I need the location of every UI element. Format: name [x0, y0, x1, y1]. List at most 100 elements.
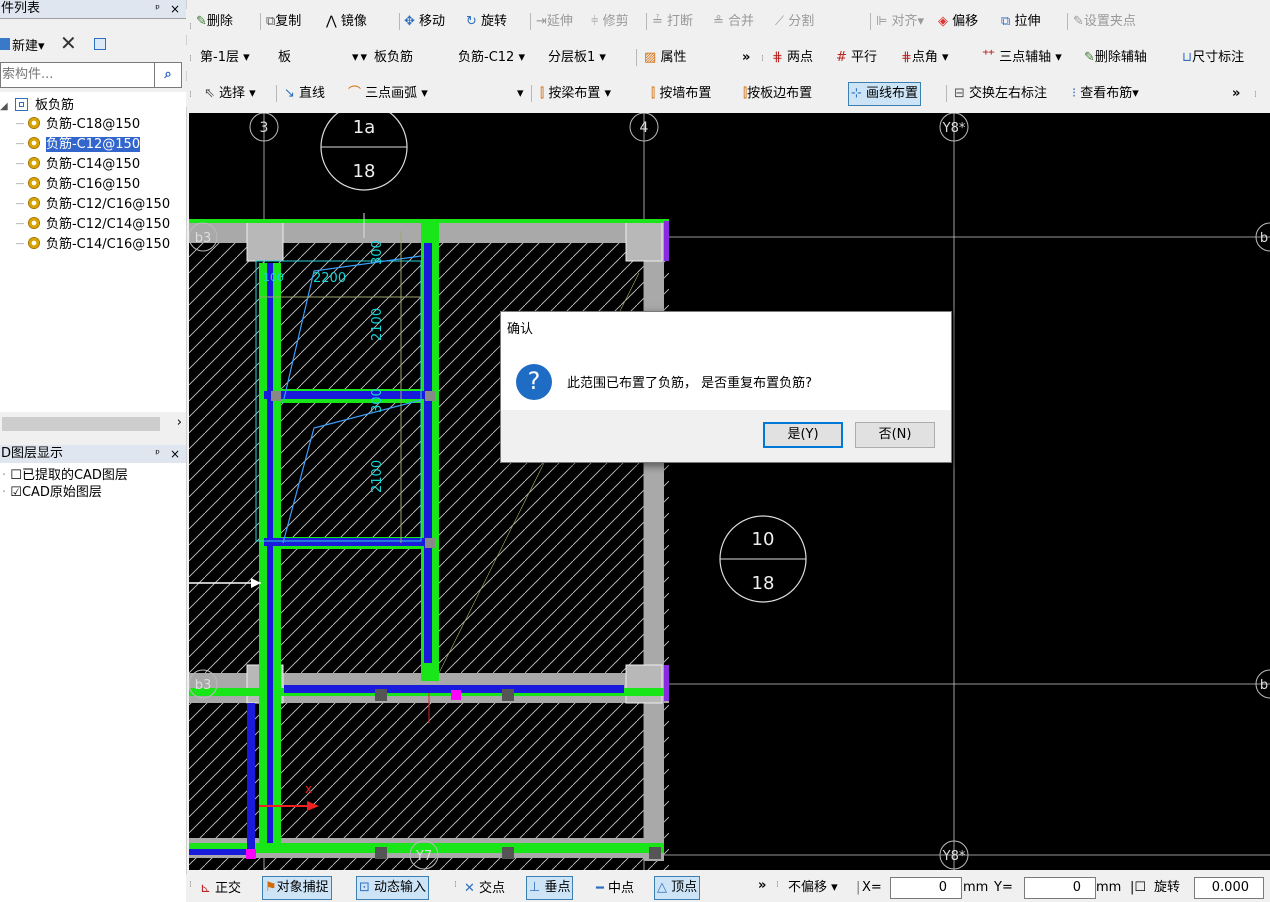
vertex-snap[interactable]: △ 顶点	[654, 876, 701, 900]
point-angle-axis-button[interactable]: ⋕点角 ▾	[901, 46, 949, 70]
perpendicular-snap[interactable]: ⊥ 垂点	[526, 876, 574, 900]
layer-panel-title-text: D图层显示	[1, 446, 64, 461]
split-button[interactable]: ⟋ 分割	[775, 10, 814, 34]
dialog-message: 此范围已布置了负筋， 是否重复布置负筋?	[567, 376, 813, 391]
arc-button[interactable]: ⌒ 三点画弧 ▾	[348, 82, 428, 106]
midpoint-snap[interactable]: ━ 中点	[596, 877, 634, 901]
floor-select[interactable]: 第-1层 ▾	[196, 46, 274, 69]
ortho-toggle[interactable]: ⊾ 正交	[200, 877, 241, 901]
no-button[interactable]: 否(N)	[855, 422, 935, 448]
dim-label: 100	[263, 271, 284, 284]
by-line-button[interactable]: ⊹ 画线布置	[848, 82, 922, 106]
parallel-axis-button[interactable]: # 平行	[836, 46, 877, 70]
dimension-button[interactable]: ⊔尺寸标注	[1182, 46, 1244, 70]
snap-icon: ⚑	[265, 880, 277, 895]
swap-labels-button[interactable]: ⊟ 交换左右标注	[954, 82, 1047, 106]
tree-item[interactable]: ┈ 负筋-C14@150	[16, 156, 140, 174]
offset-select[interactable]: 不偏移 ▾	[784, 877, 854, 900]
tree-hscrollbar[interactable]: ›	[0, 414, 186, 434]
offset-button[interactable]: ◈ 偏移	[938, 10, 978, 34]
room-label: 1a	[353, 117, 375, 138]
rotate-checkbox[interactable]: |☐	[1130, 878, 1146, 898]
parallel-icon: #	[836, 50, 847, 65]
by-beam-button[interactable]: ⫿ 按梁布置 ▾	[540, 82, 611, 106]
tree-item[interactable]: ┈ 负筋-C16@150	[16, 176, 140, 194]
by-wall-button[interactable]: ⫿ 按墙布置	[651, 82, 711, 106]
overflow-button[interactable]: »	[758, 874, 766, 898]
close-icon[interactable]: ×	[170, 445, 180, 463]
rotate-label: 旋转	[1154, 880, 1181, 895]
new-button[interactable]: 新建▾	[12, 35, 45, 54]
delete-axis-button[interactable]: ✎删除辅轴	[1084, 46, 1147, 70]
dialog-title: 确认	[507, 322, 534, 337]
component-tree: ◢ 板负筋 ┈ 负筋-C18@150 ┈ 负筋-C12@150 ┈ 负筋-C14@1…	[0, 92, 186, 412]
overflow-button[interactable]: »	[742, 46, 750, 70]
edit-toolbar: ⁞ ✎删除 ⧉复制 ⋀ 镜像 ✥ 移动 ↻ 旋转 ⇥延伸 ⫩ 修剪 ≟ 打断 ≗…	[186, 9, 1270, 35]
property-button[interactable]: ▨ 属性	[644, 46, 686, 70]
dim-label: 2100	[370, 460, 385, 493]
intersection-snap[interactable]: ✕ 交点	[464, 877, 505, 901]
tree-item[interactable]: ┈ 负筋-C12/C16@150	[16, 196, 170, 214]
tree-item[interactable]: ┈ 负筋-C14/C16@150	[16, 236, 170, 254]
tree-item[interactable]: ┈ 负筋-C12/C14@150	[16, 216, 170, 234]
by-edge-button[interactable]: ⫿按板边布置	[743, 82, 812, 106]
search-input[interactable]: 索构件...	[0, 62, 155, 88]
tree-item-label: 负筋-C12/C16@150	[45, 197, 171, 212]
tree-root[interactable]: ◢ 板负筋	[0, 97, 74, 115]
copy-icon: ⧉	[266, 14, 276, 29]
copy-button[interactable]: ⧉复制	[266, 10, 301, 34]
align-button[interactable]: ⊫ 对齐▾	[876, 10, 924, 34]
room-label: 18	[353, 161, 376, 182]
move-button[interactable]: ✥ 移动	[404, 10, 445, 34]
checkbox-checked[interactable]: ☑	[10, 485, 22, 500]
scroll-thumb[interactable]	[2, 417, 160, 431]
checkbox[interactable]: ☐	[10, 468, 22, 483]
select-button[interactable]: ⇖ 选择 ▾	[204, 82, 256, 106]
extend-button[interactable]: ⇥延伸	[536, 10, 573, 34]
drawing-canvas[interactable]: 2200 2100 2100 300 300 100 3 4 Y8* b3 b3…	[189, 113, 1270, 870]
break-button[interactable]: ≟ 打断	[652, 10, 693, 34]
three-point-axis-button[interactable]: ⺿ 三点辅轴 ▾	[982, 46, 1062, 70]
object-snap-toggle[interactable]: ⚑对象捕捉	[262, 876, 332, 900]
merge-button[interactable]: ≗ 合并	[713, 10, 754, 34]
pencil-icon: ✎	[196, 14, 207, 29]
overflow-button[interactable]: »	[1232, 82, 1240, 106]
svg-text:x: x	[305, 782, 312, 796]
x-input[interactable]: 0	[890, 877, 962, 899]
dim-label: 2200	[313, 271, 346, 286]
close-icon[interactable]: ×	[170, 0, 180, 18]
layer-item-original[interactable]: · ☑CAD原始图层	[2, 484, 102, 502]
tree-item[interactable]: ┈ 负筋-C12@150	[16, 136, 141, 154]
axis-label: b3	[195, 678, 212, 693]
axis-label: b	[1260, 231, 1268, 246]
type-select[interactable]: 板负筋	[370, 46, 454, 69]
trim-button[interactable]: ⫩ 修剪	[591, 10, 629, 34]
pin-icon[interactable]: ᵖ	[155, 0, 160, 18]
tree-item-label: 负筋-C18@150	[45, 117, 141, 132]
x-unit: mm	[963, 880, 989, 895]
chevron-down-icon[interactable]: ◢	[0, 101, 8, 112]
stretch-button[interactable]: ⧉ 拉伸	[1001, 10, 1040, 34]
mirror-button[interactable]: ⋀ 镜像	[326, 10, 367, 34]
search-icon[interactable]: ⌕	[155, 62, 182, 88]
delete-button[interactable]: ✎删除	[196, 10, 233, 34]
wall-icon: ⫿	[651, 86, 656, 101]
grip-button[interactable]: ✎设置夹点	[1073, 10, 1136, 34]
yes-button[interactable]: 是(Y)	[763, 422, 843, 448]
y-input[interactable]: 0	[1024, 877, 1096, 899]
point-angle-icon: ⋕	[901, 50, 912, 65]
delete-icon[interactable]: ✕	[60, 31, 77, 55]
rotate-input[interactable]: 0.000	[1194, 877, 1264, 899]
dynamic-input-toggle[interactable]: ⊡ 动态输入	[356, 876, 430, 900]
component-select[interactable]: 负筋-C12 ▾	[454, 46, 540, 69]
pin-icon[interactable]: ᵖ	[155, 445, 160, 463]
layer-item-extracted[interactable]: · ☐已提取的CAD图层	[2, 467, 128, 485]
layer-board-select[interactable]: 分层板1 ▾	[544, 46, 636, 69]
rotate-button[interactable]: ↻ 旋转	[466, 10, 507, 34]
view-rebar-button[interactable]: ⁝ 查看布筋▾	[1072, 82, 1139, 106]
copy-icon[interactable]	[94, 38, 106, 50]
two-point-axis-button[interactable]: ⋕ 两点	[772, 46, 813, 70]
scroll-right-icon[interactable]: ›	[177, 415, 182, 430]
line-button[interactable]: ↘ 直线	[284, 82, 325, 106]
tree-item[interactable]: ┈ 负筋-C18@150	[16, 116, 140, 134]
